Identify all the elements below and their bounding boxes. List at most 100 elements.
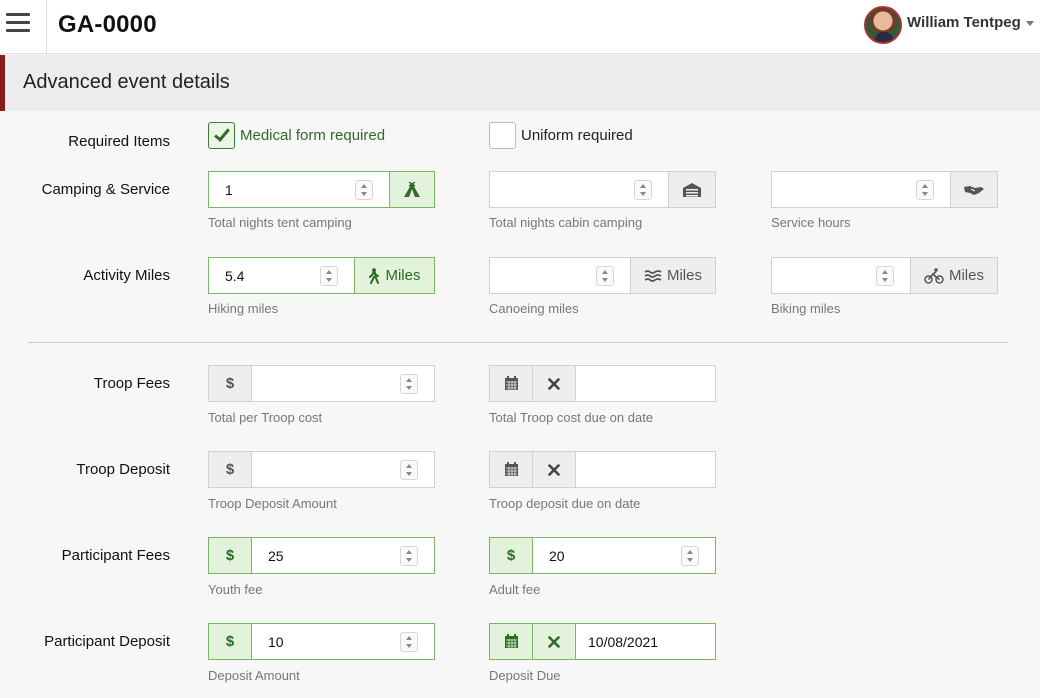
section-divider bbox=[28, 342, 1009, 343]
calendar-button[interactable] bbox=[490, 366, 533, 401]
canoeing-miles-spinner[interactable] bbox=[596, 266, 614, 286]
deposit-due-input[interactable]: 10/08/2021 bbox=[576, 624, 715, 659]
troop-deposit-label: Troop Deposit bbox=[76, 461, 170, 478]
hiking-addon: Miles bbox=[354, 258, 434, 293]
calendar-button[interactable] bbox=[490, 452, 533, 487]
tent-nights-group: 1 bbox=[208, 171, 435, 208]
deposit-amount-group: $ 10 bbox=[208, 623, 435, 660]
youth-fee-value: 25 bbox=[268, 548, 284, 564]
participant-fees-label: Participant Fees bbox=[61, 547, 170, 564]
handshake-icon bbox=[964, 185, 984, 195]
dollar-icon: $ bbox=[225, 461, 235, 478]
tent-nights-spinner[interactable] bbox=[355, 180, 373, 200]
adult-fee-spinner[interactable] bbox=[681, 546, 699, 566]
canoeing-miles-help: Canoeing miles bbox=[489, 301, 579, 316]
uniform-label[interactable]: Uniform required bbox=[521, 127, 633, 144]
cabin-icon bbox=[683, 182, 701, 197]
biking-unit: Miles bbox=[948, 267, 984, 284]
tent-nights-input[interactable]: 1 bbox=[209, 172, 389, 207]
menu-line bbox=[6, 13, 30, 16]
troop-fee-date-help: Total Troop cost due on date bbox=[489, 410, 654, 425]
canoeing-miles-input[interactable] bbox=[490, 258, 630, 293]
service-hours-spinner[interactable] bbox=[916, 180, 934, 200]
clear-date-button[interactable] bbox=[533, 366, 576, 401]
troop-deposit-spinner[interactable] bbox=[400, 460, 418, 480]
troop-fee-group: $ bbox=[208, 365, 435, 402]
deposit-amount-spinner[interactable] bbox=[400, 632, 418, 652]
calendar-icon bbox=[504, 634, 518, 648]
troop-fee-help: Total per Troop cost bbox=[208, 410, 323, 425]
bike-icon bbox=[924, 267, 944, 284]
biking-miles-spinner[interactable] bbox=[876, 266, 894, 286]
deposit-amount-input[interactable]: 10 bbox=[252, 624, 434, 659]
hiking-miles-group: 5.4 Miles bbox=[208, 257, 435, 294]
deposit-due-help: Deposit Due bbox=[489, 668, 561, 683]
cabin-nights-spinner[interactable] bbox=[634, 180, 652, 200]
user-name[interactable]: William Tentpeg bbox=[907, 14, 1021, 31]
top-bar: GA-0000 William Tentpeg bbox=[0, 0, 1040, 54]
menu-line bbox=[6, 21, 30, 24]
cabin-addon bbox=[668, 172, 715, 207]
troop-fee-date-input[interactable] bbox=[576, 366, 715, 401]
service-addon bbox=[950, 172, 997, 207]
required-items-label: Required Items bbox=[68, 133, 170, 150]
adult-fee-value: 20 bbox=[549, 548, 565, 564]
chevron-down-icon[interactable] bbox=[1026, 21, 1034, 26]
troop-fee-input[interactable] bbox=[252, 366, 434, 401]
deposit-due-group: 10/08/2021 bbox=[489, 623, 716, 660]
close-icon bbox=[548, 377, 560, 390]
clear-date-button[interactable] bbox=[533, 624, 576, 659]
service-hours-help: Service hours bbox=[771, 215, 851, 230]
troop-fee-currency: $ bbox=[209, 366, 252, 401]
canoeing-addon: Miles bbox=[630, 258, 715, 293]
troop-deposit-help: Troop Deposit Amount bbox=[208, 496, 337, 511]
medical-form-label[interactable]: Medical form required bbox=[240, 127, 385, 144]
cabin-nights-input[interactable] bbox=[490, 172, 668, 207]
cabin-nights-group bbox=[489, 171, 716, 208]
camping-service-label: Camping & Service bbox=[41, 181, 170, 198]
checkmark-icon bbox=[214, 125, 230, 142]
deposit-amount-value: 10 bbox=[268, 634, 284, 650]
troop-deposit-input[interactable] bbox=[252, 452, 434, 487]
tent-addon bbox=[389, 172, 434, 207]
hiking-miles-input[interactable]: 5.4 bbox=[209, 258, 354, 293]
uniform-checkbox[interactable] bbox=[489, 122, 516, 149]
deposit-amount-currency: $ bbox=[209, 624, 252, 659]
hamburger-menu-button[interactable] bbox=[0, 0, 47, 54]
hiking-miles-spinner[interactable] bbox=[320, 266, 338, 286]
youth-fee-help: Youth fee bbox=[208, 582, 263, 597]
calendar-button[interactable] bbox=[490, 624, 533, 659]
biking-miles-help: Biking miles bbox=[771, 301, 841, 316]
adult-fee-help: Adult fee bbox=[489, 582, 541, 597]
tent-nights-value: 1 bbox=[225, 182, 233, 198]
troop-deposit-group: $ bbox=[208, 451, 435, 488]
participant-deposit-label: Participant Deposit bbox=[44, 633, 170, 650]
calendar-icon bbox=[504, 376, 518, 390]
adult-fee-input[interactable]: 20 bbox=[533, 538, 715, 573]
hiking-miles-help: Hiking miles bbox=[208, 301, 279, 316]
troop-fee-date-group bbox=[489, 365, 716, 402]
deposit-amount-help: Deposit Amount bbox=[208, 668, 300, 683]
adult-fee-currency: $ bbox=[490, 538, 533, 573]
medical-form-checkbox[interactable] bbox=[208, 122, 235, 149]
user-avatar[interactable] bbox=[864, 6, 902, 44]
youth-fee-spinner[interactable] bbox=[400, 546, 418, 566]
youth-fee-input[interactable]: 25 bbox=[252, 538, 434, 573]
clear-date-button[interactable] bbox=[533, 452, 576, 487]
troop-deposit-date-group bbox=[489, 451, 716, 488]
tent-icon bbox=[404, 181, 420, 197]
canoeing-unit: Miles bbox=[666, 267, 702, 284]
close-icon bbox=[548, 635, 560, 648]
youth-fee-currency: $ bbox=[209, 538, 252, 573]
troop-deposit-date-input[interactable] bbox=[576, 452, 715, 487]
service-hours-input[interactable] bbox=[772, 172, 950, 207]
troop-deposit-currency: $ bbox=[209, 452, 252, 487]
troop-fees-label: Troop Fees bbox=[93, 375, 170, 392]
water-icon bbox=[644, 269, 662, 282]
canoeing-miles-group: Miles bbox=[489, 257, 716, 294]
dollar-icon: $ bbox=[225, 633, 235, 650]
biking-miles-input[interactable] bbox=[772, 258, 910, 293]
dollar-icon: $ bbox=[225, 547, 235, 564]
close-icon bbox=[548, 463, 560, 476]
troop-fee-spinner[interactable] bbox=[400, 374, 418, 394]
